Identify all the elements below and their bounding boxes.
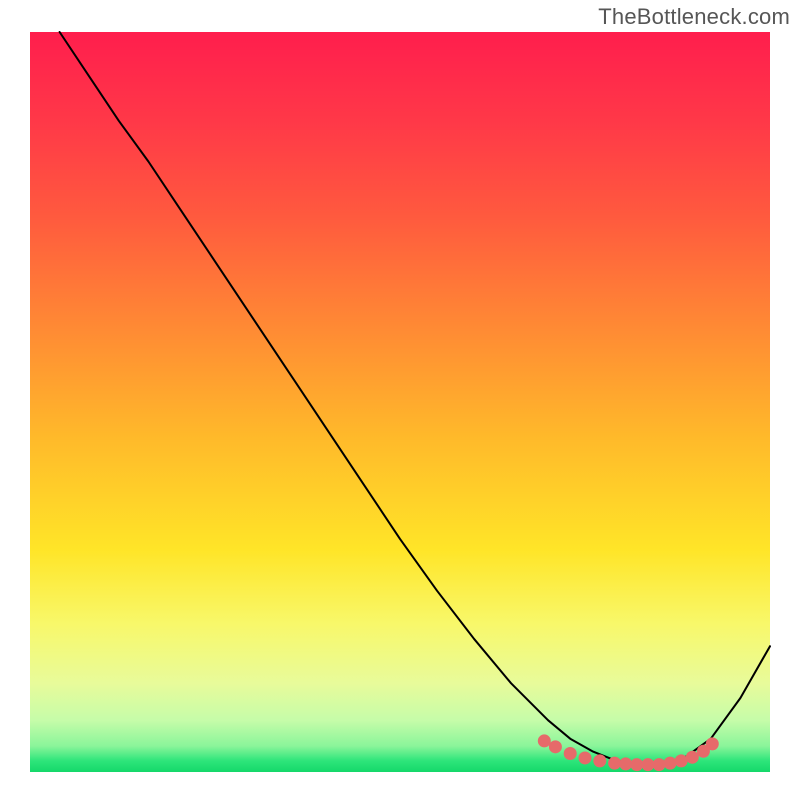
optimal-dot <box>664 757 677 770</box>
optimal-dot <box>549 740 562 753</box>
optimal-dot <box>630 758 643 771</box>
optimal-dot <box>538 734 551 747</box>
bottleneck-chart <box>0 0 800 800</box>
optimal-dot <box>641 758 654 771</box>
optimal-dot <box>608 757 621 770</box>
optimal-dot <box>579 751 592 764</box>
optimal-dot <box>619 757 632 770</box>
optimal-dot <box>653 758 666 771</box>
optimal-dot <box>706 737 719 750</box>
optimal-dot <box>593 754 606 767</box>
optimal-dot <box>686 751 699 764</box>
optimal-dot <box>564 747 577 760</box>
optimal-dot <box>675 754 688 767</box>
gradient-background <box>30 32 770 772</box>
